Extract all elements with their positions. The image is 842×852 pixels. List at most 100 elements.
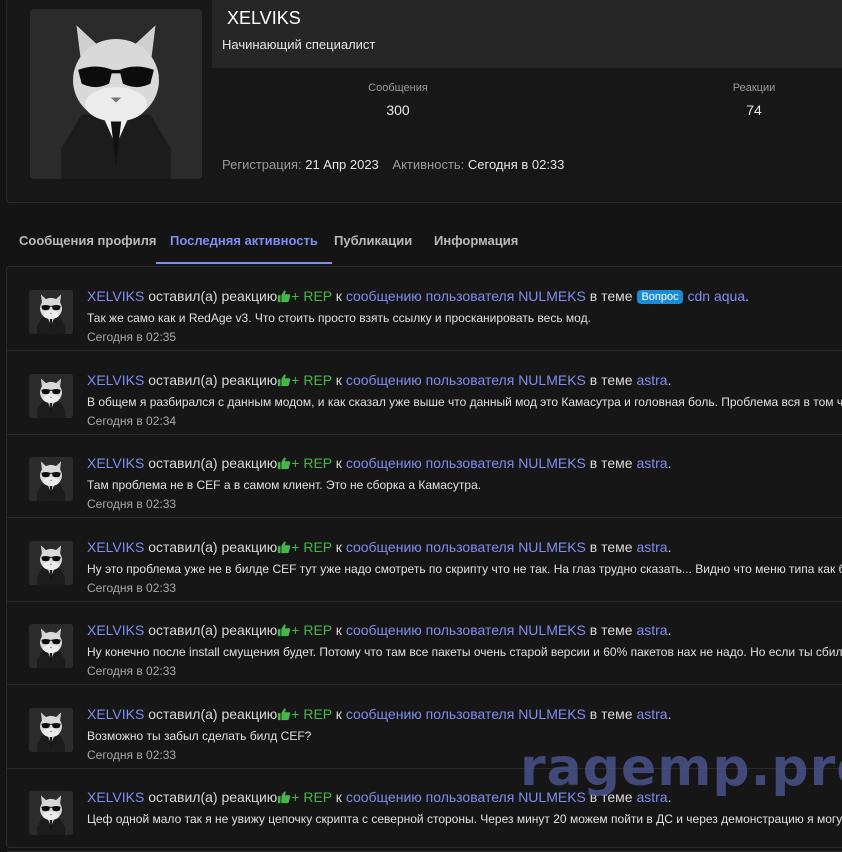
profile-avatar[interactable] [30, 9, 202, 179]
action-text: оставил(а) реакцию [148, 288, 278, 304]
post-link[interactable]: сообщению пользователя NULMEKS [346, 288, 586, 304]
post-link[interactable]: сообщению пользователя NULMEKS [346, 539, 586, 555]
user-link[interactable]: XELVIKS [87, 789, 144, 805]
activity-headline: XELVIKS оставил(а) реакцию + REP к сообще… [87, 538, 672, 555]
post-snippet[interactable]: Ну это проблема уже не в билде CEF тут у… [87, 562, 842, 576]
user-avatar[interactable] [29, 457, 73, 501]
activity-item: XELVIKS оставил(а) реакцию + REP к сообще… [7, 434, 842, 518]
reaction-name: + REP [291, 371, 332, 388]
tab-information[interactable]: Информация [434, 222, 518, 264]
user-avatar[interactable] [29, 373, 73, 418]
action-text: оставил(а) реакцию [148, 455, 278, 471]
post-link[interactable]: сообщению пользователя NULMEKS [346, 622, 586, 638]
activity-value: Сегодня в 02:33 [467, 157, 565, 172]
profile-cover [212, 0, 842, 68]
activity-headline: XELVIKS оставил(а) реакцию + REP к сообще… [87, 622, 672, 638]
thumbs-up-icon [277, 707, 291, 721]
to-text: к [335, 789, 342, 805]
profile-username: XELVIKS [227, 8, 301, 28]
user-link[interactable]: XELVIKS [87, 539, 144, 555]
user-link[interactable]: XELVIKS [87, 372, 144, 388]
tab-profile-posts[interactable]: Сообщения профиля [19, 222, 156, 264]
activity-time[interactable]: Сегодня в 02:33 [87, 664, 176, 678]
thread-link[interactable]: astra [636, 372, 667, 388]
activity-headline: XELVIKS оставил(а) реакцию + REP к сообще… [87, 371, 672, 388]
reaction-name: + REP [291, 622, 332, 638]
registration-label: Регистрация: [222, 157, 302, 172]
stat-messages-value: 300 [386, 102, 410, 118]
activity-item: XELVIKS оставил(а) реакцию + REP к сообще… [7, 601, 842, 685]
in-thread-text: в теме [589, 371, 633, 388]
thumbs-up-icon [277, 540, 291, 554]
activity-headline: XELVIKS оставил(а) реакцию + REP к сообще… [87, 455, 672, 471]
user-link[interactable]: XELVIKS [87, 622, 144, 638]
thread-link[interactable]: cdn aqua [688, 288, 746, 304]
post-snippet[interactable]: Цеф одной мало так я не увижу цепочку ск… [87, 812, 842, 826]
stat-reactions-value: 74 [746, 102, 762, 118]
activity-time[interactable]: Сегодня в 02:33 [87, 748, 176, 762]
thread-link[interactable]: astra [636, 455, 667, 471]
to-text: к [335, 538, 342, 555]
action-text: оставил(а) реакцию [148, 789, 278, 805]
user-link[interactable]: XELVIKS [87, 706, 144, 722]
to-text: к [335, 622, 342, 638]
activity-time[interactable]: Сегодня в 02:34 [87, 414, 176, 428]
user-link[interactable]: XELVIKS [87, 455, 144, 471]
user-avatar[interactable] [29, 707, 73, 752]
thread-link[interactable]: astra [636, 622, 667, 638]
stat-reactions[interactable]: Реакции 74 [694, 82, 814, 118]
in-thread-text: в теме [589, 622, 633, 638]
in-thread-text: в теме [589, 455, 633, 471]
activity-item: XELVIKS оставил(а) реакцию + REP к сообще… [7, 518, 842, 602]
profile-meta: Регистрация: 21 Апр 2023 Активность: Сег… [222, 157, 564, 172]
user-link[interactable]: XELVIKS [87, 288, 144, 304]
post-link[interactable]: сообщению пользователя NULMEKS [346, 706, 586, 722]
activity-label: Активность: [392, 157, 465, 172]
post-snippet[interactable]: Так же само как и RedAge v3. Что стоить … [87, 311, 842, 325]
activity-headline: XELVIKS оставил(а) реакцию + REP к сообще… [87, 288, 749, 304]
activity-time[interactable]: Сегодня в 02:35 [87, 330, 176, 344]
activity-time[interactable]: Сегодня в 02:33 [87, 581, 176, 595]
post-snippet[interactable]: Там проблема не в CEF а в самом клиент. … [87, 478, 842, 492]
action-text: оставил(а) реакцию [148, 705, 278, 722]
post-snippet[interactable]: Ну конечно после install смущения будет.… [87, 645, 842, 659]
tab-latest-activity[interactable]: Последняя активность [156, 222, 332, 264]
post-link[interactable]: сообщению пользователя NULMEKS [346, 372, 586, 388]
activity-item: XELVIKS оставил(а) реакцию + REP к сообще… [7, 351, 842, 435]
user-avatar[interactable] [29, 791, 73, 835]
stat-reactions-label: Реакции [732, 82, 776, 94]
thumbs-up-icon [277, 623, 291, 637]
thumbs-up-icon [277, 456, 291, 470]
profile-header: XELVIKS Начинающий специалист Сообщения … [6, 0, 842, 203]
thread-link[interactable]: astra [636, 539, 667, 555]
thread-prefix-badge[interactable]: Вопрос [637, 290, 683, 304]
to-text: к [335, 371, 342, 388]
site-watermark: ragemp.pro [520, 738, 842, 798]
thread-link[interactable]: astra [636, 706, 667, 722]
user-avatar[interactable] [29, 290, 73, 334]
user-avatar[interactable] [29, 624, 73, 668]
stat-messages-label: Сообщения [368, 82, 428, 94]
tab-publications[interactable]: Публикации [334, 222, 412, 264]
user-avatar[interactable] [29, 540, 73, 585]
post-link[interactable]: сообщению пользователя NULMEKS [346, 455, 586, 471]
action-text: оставил(а) реакцию [148, 622, 278, 638]
reaction-name: + REP [291, 789, 332, 805]
in-thread-text: в теме [589, 538, 633, 555]
activity-headline: XELVIKS оставил(а) реакцию + REP к сообще… [87, 705, 672, 722]
action-text: оставил(а) реакцию [148, 538, 278, 555]
stat-messages[interactable]: Сообщения 300 [338, 82, 458, 118]
thumbs-up-icon [277, 289, 291, 303]
thumbs-up-icon [277, 790, 291, 804]
in-thread-text: в теме [589, 705, 633, 722]
action-text: оставил(а) реакцию [148, 371, 278, 388]
reaction-name: + REP [291, 455, 332, 471]
in-thread-text: в теме [589, 288, 633, 304]
to-text: к [335, 288, 342, 304]
post-snippet[interactable]: В общем я разбирался с данным модом, и к… [87, 395, 842, 409]
to-text: к [335, 705, 342, 722]
reaction-name: + REP [291, 288, 332, 304]
reaction-name: + REP [291, 538, 332, 555]
thumbs-up-icon [277, 373, 291, 387]
activity-time[interactable]: Сегодня в 02:33 [87, 497, 176, 511]
